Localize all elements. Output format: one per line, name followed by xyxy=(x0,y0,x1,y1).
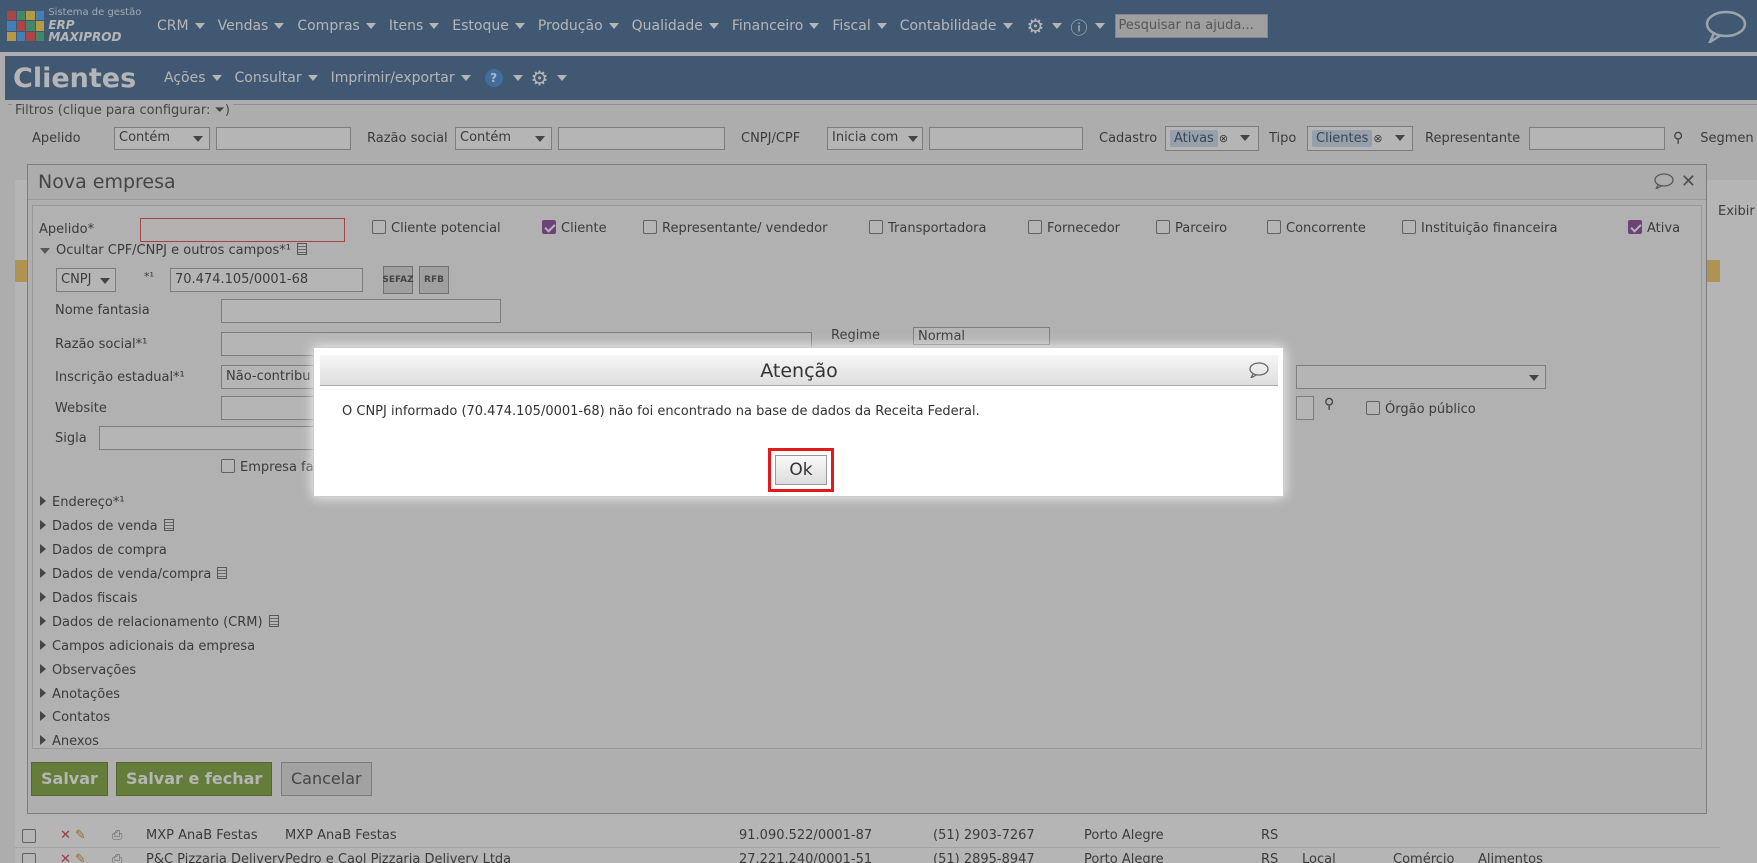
attention-alert-dialog: Atenção O CNPJ informado (70.474.105/000… xyxy=(313,347,1284,497)
alert-title: Atenção xyxy=(320,355,1278,386)
alert-message: O CNPJ informado (70.474.105/0001-68) nã… xyxy=(342,404,980,419)
ok-button-highlight: Ok xyxy=(768,448,834,492)
alert-chat-icon[interactable] xyxy=(1249,362,1269,378)
ok-button[interactable]: Ok xyxy=(775,455,827,485)
